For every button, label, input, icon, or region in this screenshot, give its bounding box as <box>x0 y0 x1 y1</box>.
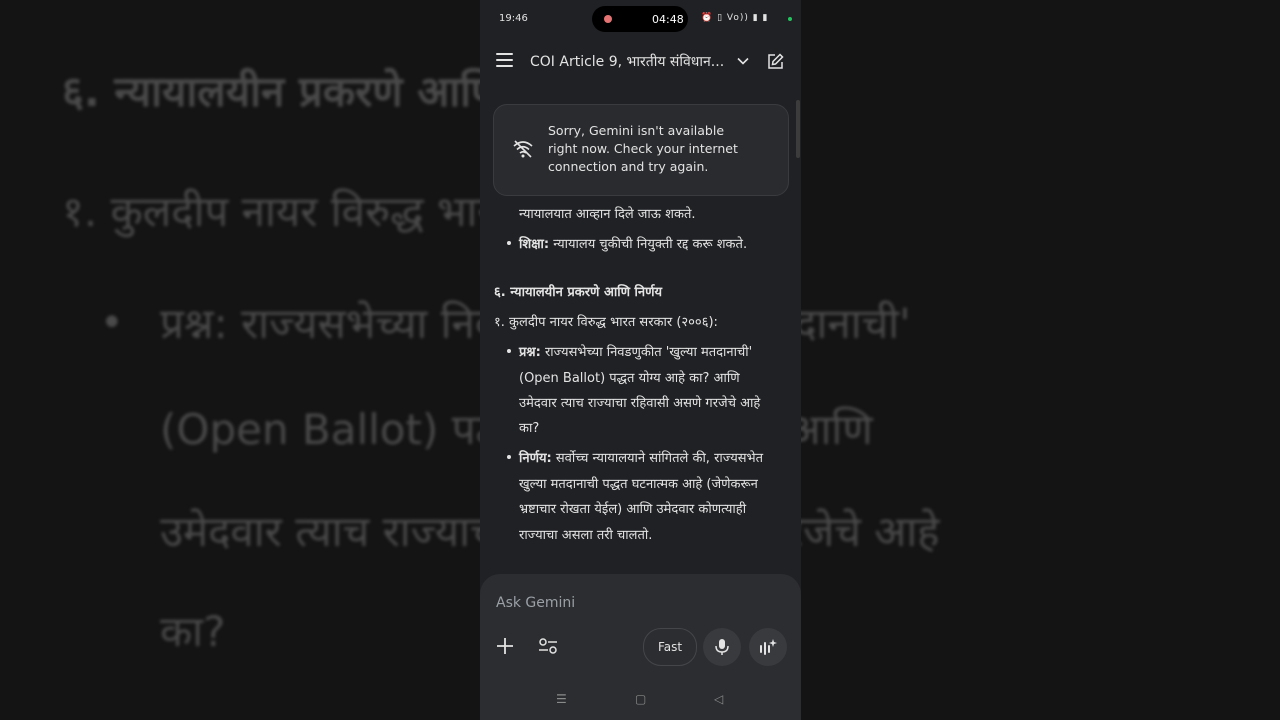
bullet <box>507 455 511 459</box>
status-icons: ⏰ ▯ Vo)) ▮ ▮ <box>701 13 769 23</box>
mic-button[interactable] <box>703 628 741 666</box>
status-bar: 19:46 04:48 ⏰ ▯ Vo)) ▮ ▮ <box>480 0 801 38</box>
recents-icon[interactable]: ☰ <box>556 692 567 706</box>
question-line: (Open Ballot) पद्धत योग्य आहे का? आणि <box>519 371 740 386</box>
mode-selector-button[interactable]: Fast <box>643 628 697 666</box>
bg-question-line: का? <box>160 607 226 656</box>
scrollbar-thumb[interactable] <box>796 100 800 158</box>
plus-icon[interactable] <box>496 637 514 655</box>
live-icon <box>760 639 777 655</box>
phone-screen: 19:46 04:48 ⏰ ▯ Vo)) ▮ ▮ COI Article 9, … <box>480 0 801 720</box>
status-time: 19:46 <box>499 13 528 24</box>
verdict-text: सर्वोच्च न्यायालयाने सांगितले की, राज्यस… <box>555 451 764 466</box>
hamburger-icon[interactable] <box>496 53 513 67</box>
bg-bullet: • <box>100 300 124 346</box>
question-line: उमेदवार त्याच राज्याचा रहिवासी असणे गरजे… <box>519 396 761 411</box>
verdict-line: राज्याचा असला तरी चालतो. <box>519 528 653 543</box>
error-toast: Sorry, Gemini isn't available right now.… <box>493 104 789 196</box>
verdict-line: निर्णय: सर्वोच्च न्यायालयाने सांगितले की… <box>519 448 763 466</box>
question-label: प्रश्न: <box>519 345 541 360</box>
live-button[interactable] <box>749 628 787 666</box>
partial-text-line: न्यायालयात आव्हान दिले जाऊ शकते. <box>519 207 696 222</box>
composer: Ask Gemini Fast ☰ ▢ ◁ <box>480 574 801 720</box>
question-text: राज्यसभेच्या निवडणुकीत 'खुल्या मतदानाची' <box>544 345 753 360</box>
system-nav-bar: ☰ ▢ ◁ <box>480 692 801 712</box>
top-app-bar: COI Article 9, भारतीय संविधान... <box>480 42 801 82</box>
ask-input[interactable]: Ask Gemini <box>496 595 575 611</box>
recording-time: 04:48 <box>652 13 684 26</box>
chevron-down-icon[interactable] <box>736 54 750 68</box>
chat-title[interactable]: COI Article 9, भारतीय संविधान... <box>530 52 724 71</box>
verdict-line: खुल्या मतदानाची पद्धत घटनात्मक आहे (जेणे… <box>519 477 758 492</box>
tune-icon[interactable] <box>538 637 558 655</box>
edit-icon[interactable] <box>767 53 784 70</box>
verdict-label: निर्णय: <box>519 451 552 466</box>
bullet <box>507 241 511 245</box>
wifi-off-icon <box>513 140 533 158</box>
list-item: शिक्षा: न्यायालय चुकीची नियुक्ती रद्द कर… <box>519 234 747 252</box>
section-heading: ६. न्यायालयीन प्रकरणे आणि निर्णय <box>494 285 663 300</box>
verdict-line: भ्रष्टाचार रोखता येईल) आणि उमेदवार कोणत्… <box>519 502 747 517</box>
recording-pill[interactable]: 04:48 <box>592 6 688 32</box>
bullet <box>507 349 511 353</box>
record-dot-icon <box>604 15 612 23</box>
home-icon[interactable]: ▢ <box>635 692 646 706</box>
case-title: १. कुलदीप नायर विरुद्ध भारत सरकार (२००६)… <box>494 315 718 330</box>
mic-icon <box>715 639 729 655</box>
question-line: प्रश्न: राज्यसभेच्या निवडणुकीत 'खुल्या म… <box>519 342 752 360</box>
question-line: का? <box>519 421 540 436</box>
back-icon[interactable]: ◁ <box>714 692 723 706</box>
shiksha-text: न्यायालय चुकीची नियुक्ती रद्द करू शकते. <box>553 237 748 252</box>
shiksha-label: शिक्षा: <box>519 237 550 252</box>
toast-message: Sorry, Gemini isn't available right now.… <box>548 123 738 174</box>
privacy-dot-icon <box>788 17 792 21</box>
